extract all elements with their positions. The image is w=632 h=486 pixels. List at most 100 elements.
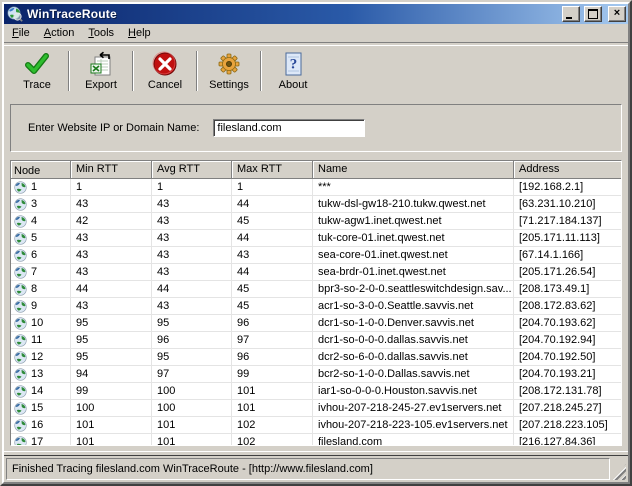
ip-address-cell: [63.231.10.210] [514,196,621,213]
status-text: Finished Tracing filesland.com WinTraceR… [6,458,610,480]
menu-tools[interactable]: Tools [81,25,121,42]
host-name-cell: ivhou-207-218-223-105.ev1servers.net [313,417,514,434]
host-name-cell: tuk-core-01.inet.qwest.net [313,230,514,247]
node-cell: 15 [11,400,71,417]
node-cell: 10 [11,315,71,332]
maximize-icon [588,9,598,19]
hop-globe-icon [14,197,27,211]
table-row[interactable]: 10 95 95 96 dcr1-so-1-0-0.Denver.savvis.… [11,315,621,332]
min-rtt-cell: 99 [71,383,152,400]
ip-address-cell: [205.171.26.54] [514,264,621,281]
hop-globe-icon [14,299,27,313]
avg-rtt-cell: 44 [152,281,232,298]
app-globe-icon [7,6,23,22]
domain-input-panel: Enter Website IP or Domain Name: [10,104,622,152]
node-cell: 11 [11,332,71,349]
ip-address-cell: [204.70.192.94] [514,332,621,349]
hop-globe-icon [14,282,27,296]
ip-address-cell: [204.70.193.21] [514,366,621,383]
min-rtt-cell: 43 [71,298,152,315]
min-rtt-cell: 43 [71,196,152,213]
min-rtt-cell: 95 [71,349,152,366]
avg-rtt-cell: 100 [152,383,232,400]
trace-button-label: Trace [23,79,51,91]
table-row[interactable]: 9 43 43 45 acr1-so-3-0-0.Seattle.savvis.… [11,298,621,315]
max-rtt-cell: 102 [232,434,313,445]
avg-rtt-cell: 43 [152,264,232,281]
table-row[interactable]: 4 42 43 45 tukw-agw1.inet.qwest.net [71.… [11,213,621,230]
menu-action[interactable]: Action [37,25,82,42]
host-name-cell: bpr3-so-2-0-0.seattleswitchdesign.sav... [313,281,514,298]
export-button[interactable]: Export [71,48,131,94]
max-rtt-cell: 45 [232,298,313,315]
resize-grip-icon[interactable] [612,464,626,480]
column-header-min-rtt[interactable]: Min RTT [71,161,152,179]
table-row[interactable]: 12 95 95 96 dcr2-so-6-0-0.dallas.savvis.… [11,349,621,366]
min-rtt-cell: 101 [71,434,152,445]
node-cell: 9 [11,298,71,315]
table-row[interactable]: 16 101 101 102 ivhou-207-218-223-105.ev1… [11,417,621,434]
host-name-cell: bcr2-so-1-0-0.Dallas.savvis.net [313,366,514,383]
table-row[interactable]: 3 43 43 44 tukw-dsl-gw18-210.tukw.qwest.… [11,196,621,213]
cancel-icon [152,51,177,76]
column-header-node[interactable]: Node [11,161,71,179]
table-row[interactable]: 1 1 1 1 *** [192.168.2.1] [11,179,621,196]
menubar: File Action Tools Help [4,24,628,42]
table-row[interactable]: 5 43 43 44 tuk-core-01.inet.qwest.net [2… [11,230,621,247]
column-header-avg-rtt[interactable]: Avg RTT [152,161,232,179]
ip-address-cell: [208.173.49.1] [514,281,621,298]
maximize-button[interactable] [584,6,602,22]
window-title: WinTraceRoute [27,7,117,21]
max-rtt-cell: 45 [232,281,313,298]
avg-rtt-cell: 100 [152,400,232,417]
minimize-button[interactable] [562,6,580,22]
cancel-button[interactable]: Cancel [135,48,195,94]
table-row[interactable]: 8 44 44 45 bpr3-so-2-0-0.seattleswitchde… [11,281,621,298]
domain-input[interactable] [213,119,366,137]
node-cell: 17 [11,434,71,445]
column-header-name[interactable]: Name [313,161,514,179]
avg-rtt-cell: 101 [152,417,232,434]
table-row[interactable]: 13 94 97 99 bcr2-so-1-0-0.Dallas.savvis.… [11,366,621,383]
about-button[interactable]: ? About [263,48,323,94]
domain-input-label: Enter Website IP or Domain Name: [28,122,200,134]
menu-file[interactable]: File [5,25,37,42]
hop-globe-icon [14,367,27,381]
ip-address-cell: [207.218.223.105] [514,417,621,434]
node-cell: 4 [11,213,71,230]
table-row[interactable]: 14 99 100 101 iar1-so-0-0-0.Houston.savv… [11,383,621,400]
node-cell: 13 [11,366,71,383]
titlebar[interactable]: WinTraceRoute × [4,4,628,24]
min-rtt-cell: 43 [71,264,152,281]
table-row[interactable]: 15 100 100 101 ivhou-207-218-245-27.ev1s… [11,400,621,417]
settings-gear-icon [218,53,240,75]
avg-rtt-cell: 95 [152,315,232,332]
trace-results-table: Node Min RTT Avg RTT Max RTT Name Addres… [10,160,622,446]
close-icon: × [613,6,621,19]
table-row[interactable]: 7 43 43 44 sea-brdr-01.inet.qwest.net [2… [11,264,621,281]
cancel-button-label: Cancel [147,79,183,91]
svg-text:?: ? [290,57,298,73]
hop-globe-icon [14,214,27,228]
trace-button[interactable]: Trace [7,48,67,94]
node-cell: 8 [11,281,71,298]
toolbar-separator [68,51,70,91]
max-rtt-cell: 99 [232,366,313,383]
table-row[interactable]: 17 101 101 102 filesland.com [216.127.84… [11,434,621,445]
column-header-address[interactable]: Address [514,161,621,179]
settings-button[interactable]: Settings [199,48,259,94]
min-rtt-cell: 44 [71,281,152,298]
host-name-cell: iar1-so-0-0-0.Houston.savvis.net [313,383,514,400]
ip-address-cell: [205.171.11.113] [514,230,621,247]
column-header-max-rtt[interactable]: Max RTT [232,161,313,179]
close-button[interactable]: × [608,6,626,22]
host-name-cell: acr1-so-3-0-0.Seattle.savvis.net [313,298,514,315]
menu-help[interactable]: Help [121,25,158,42]
table-row[interactable]: 6 43 43 43 sea-core-01.inet.qwest.net [6… [11,247,621,264]
table-row[interactable]: 11 95 96 97 dcr1-so-0-0-0.dallas.savvis.… [11,332,621,349]
trace-check-icon [25,53,49,74]
min-rtt-cell: 100 [71,400,152,417]
minimize-icon [566,17,572,19]
hop-globe-icon [14,350,27,364]
ip-address-cell: [207.218.245.27] [514,400,621,417]
